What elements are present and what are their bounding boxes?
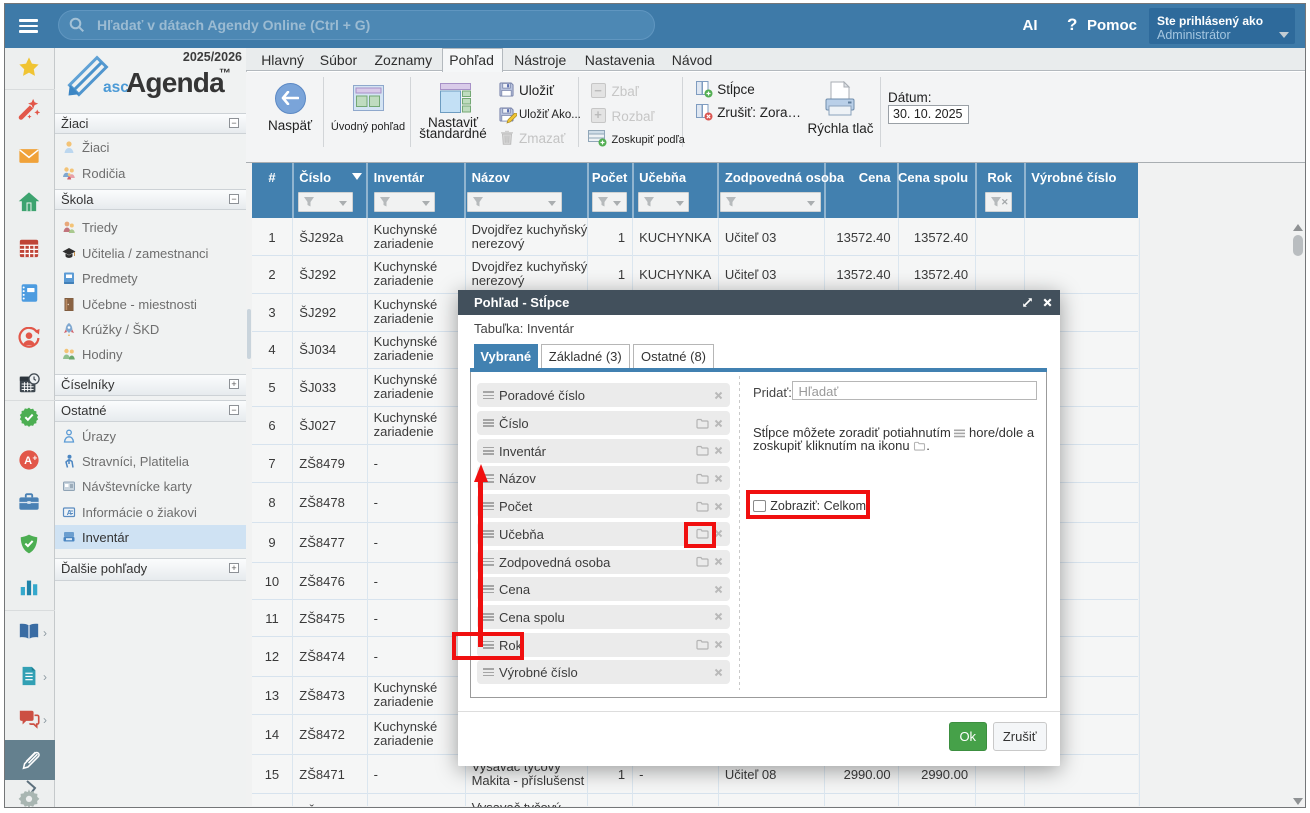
svg-text:A: A bbox=[24, 455, 32, 467]
svg-text:+: + bbox=[33, 453, 38, 462]
